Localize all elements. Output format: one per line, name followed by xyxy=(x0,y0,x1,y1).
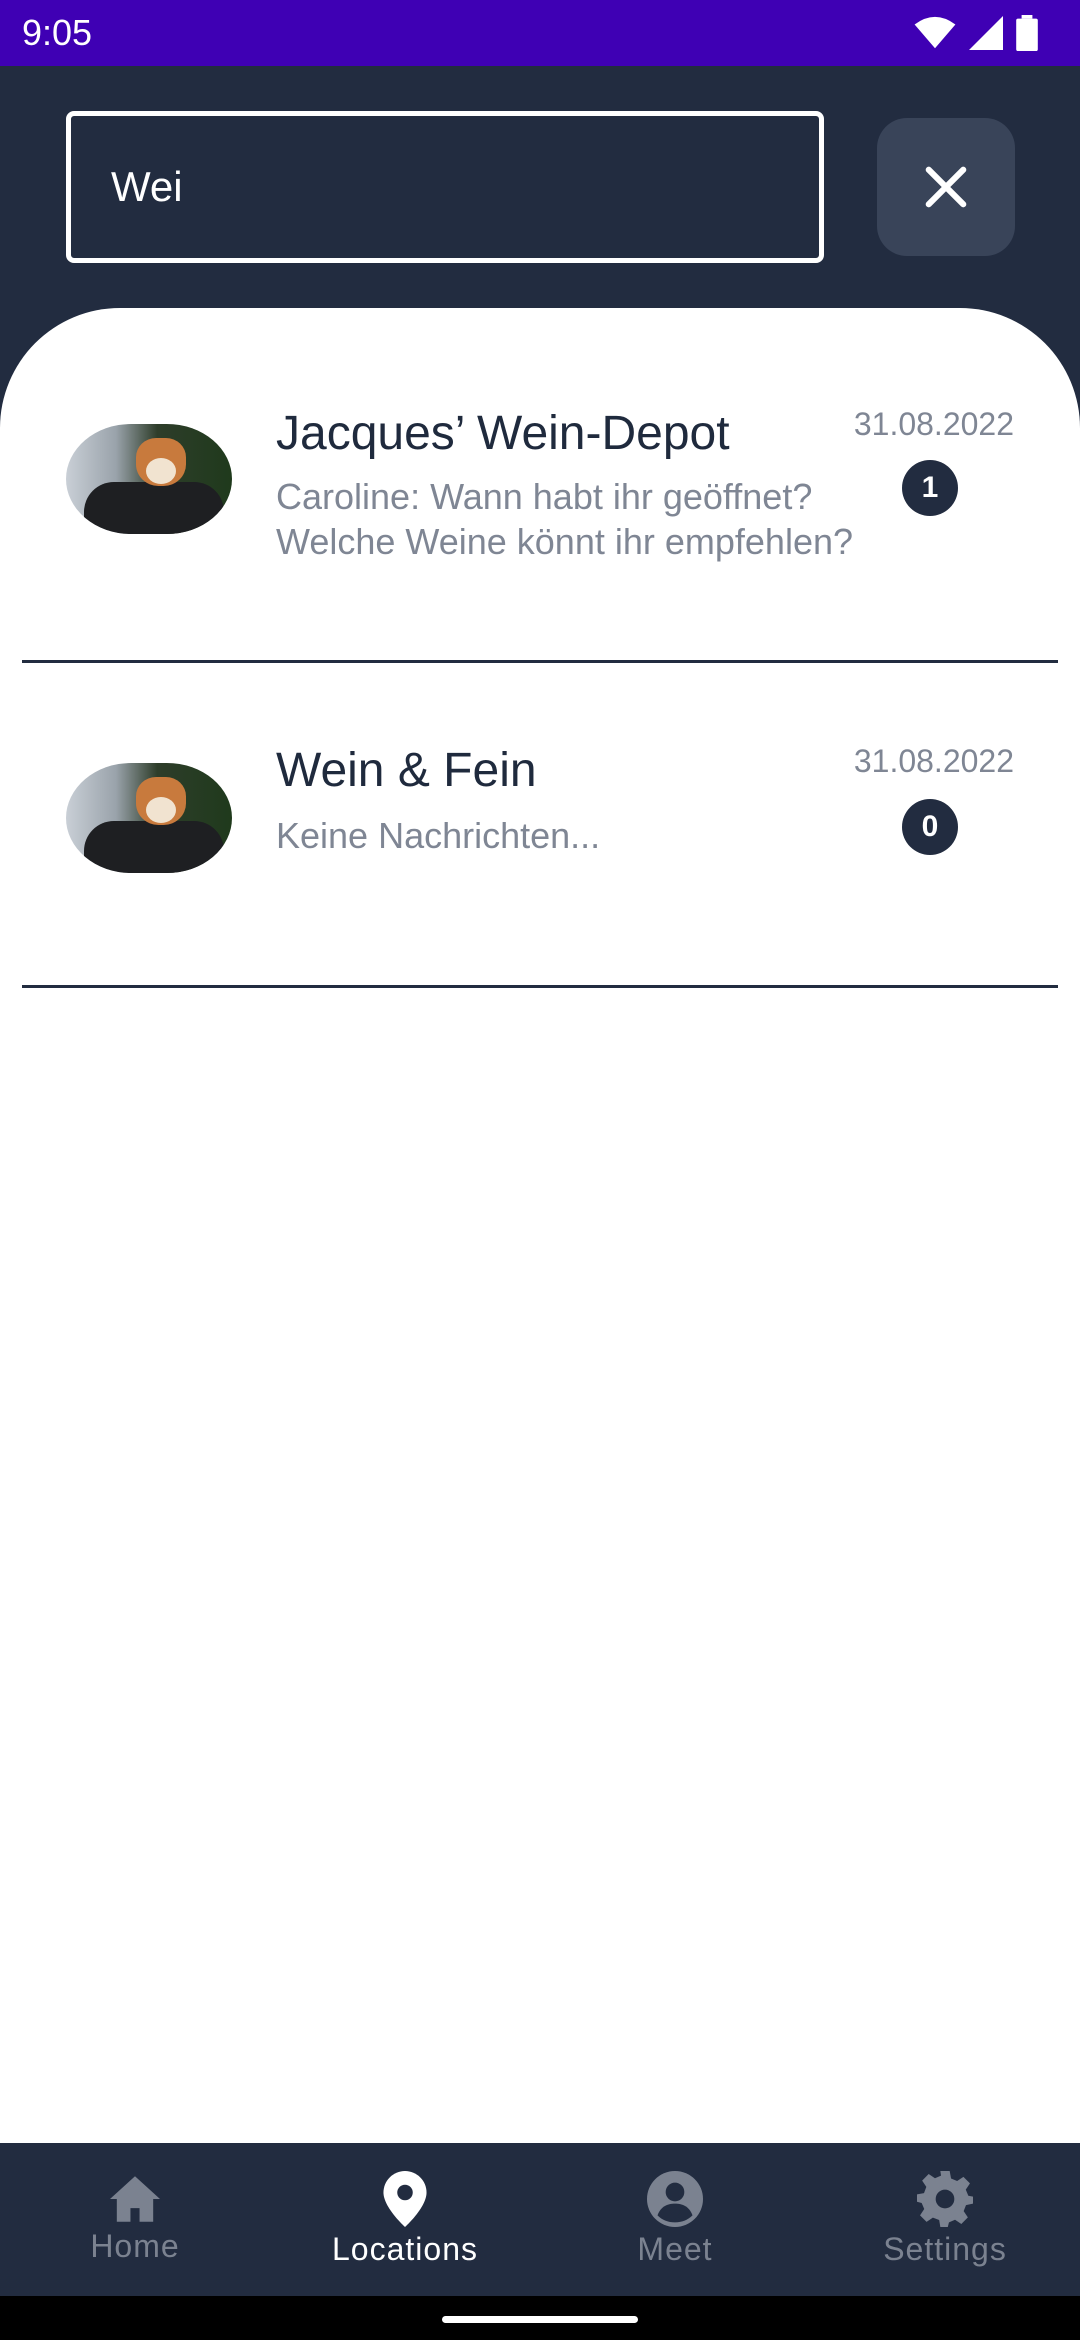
chat-date: 31.08.2022 xyxy=(853,743,1014,779)
nav-label: Home xyxy=(90,2228,180,2264)
gesture-bar xyxy=(0,2296,1080,2340)
chat-preview: Keine Nachrichten... xyxy=(276,815,601,856)
nav-item-settings[interactable]: Settings xyxy=(810,2143,1080,2296)
status-time: 9:05 xyxy=(22,12,93,53)
battery-icon xyxy=(1016,15,1038,51)
bottom-navigation: Home Locations Meet Settings xyxy=(0,2143,1080,2296)
chat-date: 31.08.2022 xyxy=(853,406,1014,442)
nav-item-locations[interactable]: Locations xyxy=(270,2143,540,2296)
location-pin-icon xyxy=(383,2171,427,2227)
nav-label: Meet xyxy=(637,2231,713,2267)
avatar xyxy=(66,424,232,534)
unread-count-badge: 1 xyxy=(902,460,958,516)
nav-label: Locations xyxy=(332,2231,478,2267)
nav-item-meet[interactable]: Meet xyxy=(540,2143,810,2296)
status-icons xyxy=(914,15,1038,51)
home-icon xyxy=(110,2176,160,2222)
cellular-signal-icon xyxy=(969,16,1003,50)
chat-list-item[interactable]: Jacques’ Wein-Depot Caroline: Wann habt … xyxy=(22,368,1058,663)
close-icon xyxy=(925,166,967,208)
search-input[interactable] xyxy=(111,163,819,211)
wifi-icon xyxy=(914,16,956,49)
chat-list: Jacques’ Wein-Depot Caroline: Wann habt … xyxy=(0,308,1080,2143)
nav-label: Settings xyxy=(883,2231,1007,2267)
chat-title: Jacques’ Wein-Depot xyxy=(276,407,730,460)
chat-title: Wein & Fein xyxy=(276,744,537,797)
gear-icon xyxy=(917,2171,973,2227)
nav-item-home[interactable]: Home xyxy=(0,2143,270,2296)
avatar xyxy=(66,763,232,873)
account-circle-icon xyxy=(647,2171,703,2227)
unread-count-badge: 0 xyxy=(902,799,958,855)
chat-preview: Caroline: Wann habt ihr geöffnet? Welche… xyxy=(276,476,854,562)
status-bar: 9:05 xyxy=(0,0,1080,66)
clear-search-button[interactable] xyxy=(877,118,1015,256)
search-field[interactable] xyxy=(66,111,824,263)
home-gesture-handle[interactable] xyxy=(442,2316,638,2323)
chat-list-item[interactable]: Wein & Fein Keine Nachrichten... 31.08.2… xyxy=(22,663,1058,988)
